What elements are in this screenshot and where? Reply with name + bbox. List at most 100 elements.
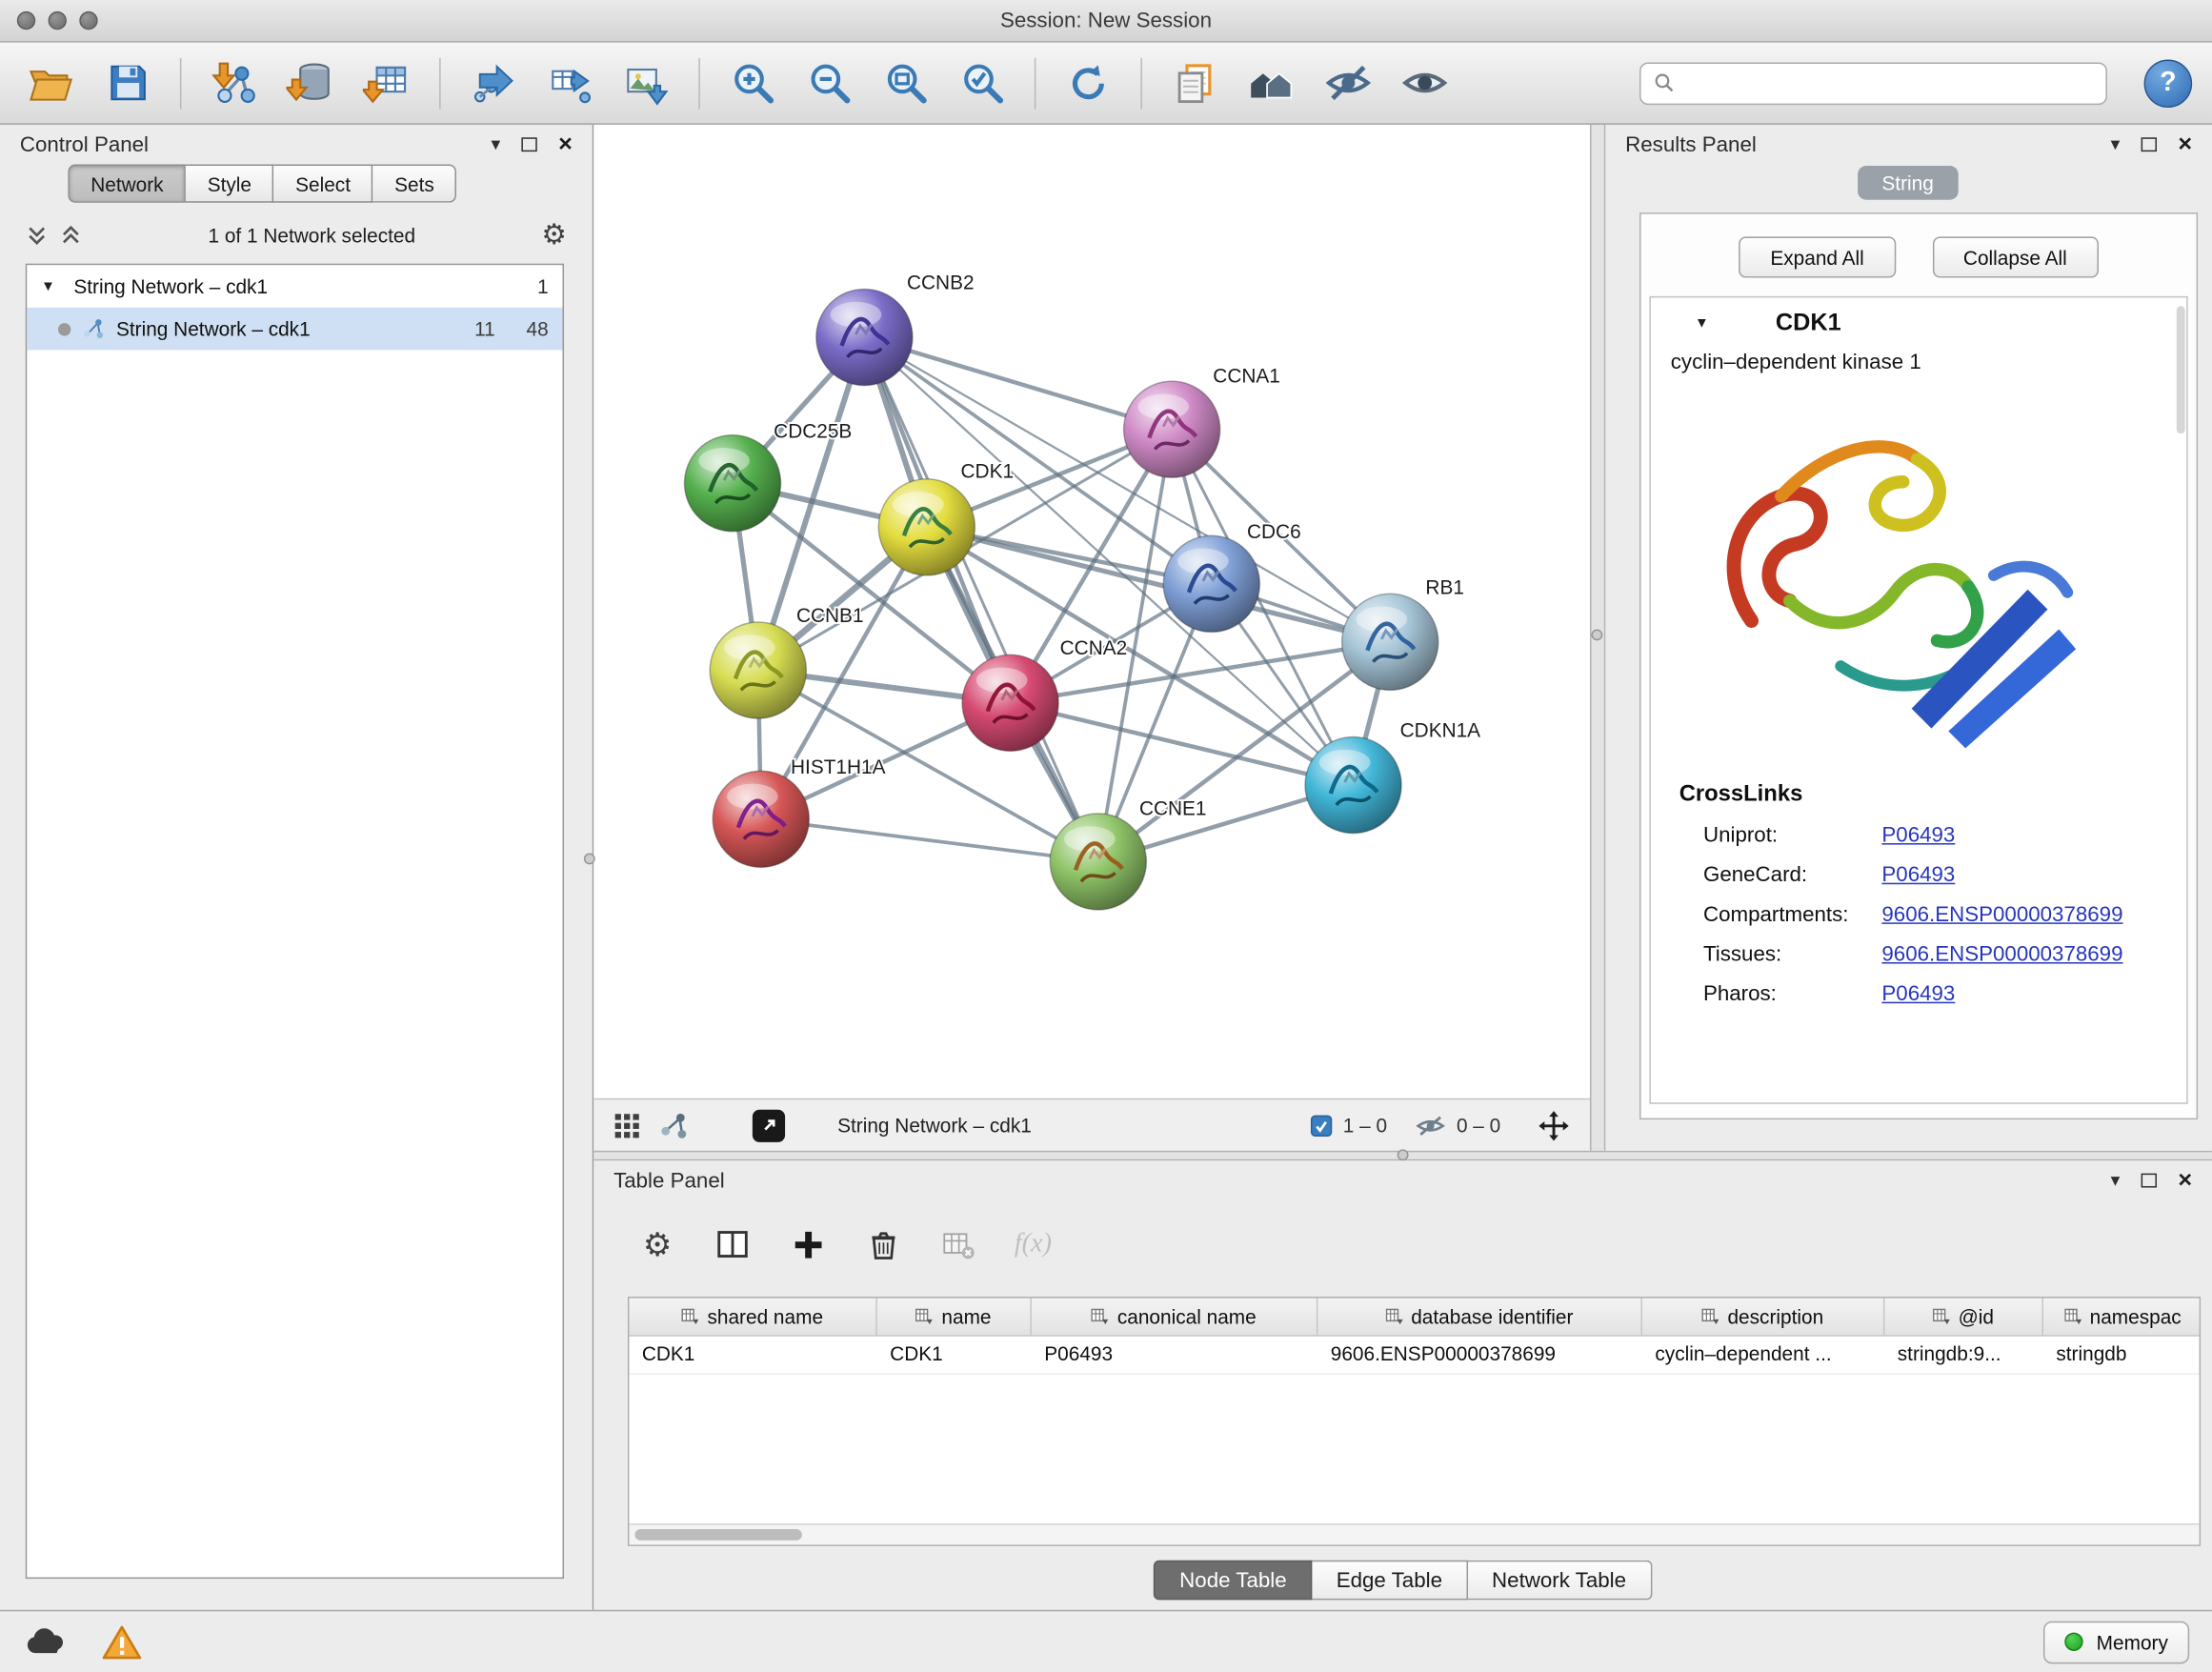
network-node-CCNA1[interactable] xyxy=(1124,381,1220,477)
panel-menu-icon[interactable]: ▾ xyxy=(2111,1169,2121,1192)
import-network-file-button[interactable] xyxy=(203,50,265,115)
create-network-from-table-button[interactable] xyxy=(538,50,600,115)
network-node-CCNA2[interactable] xyxy=(962,655,1058,751)
network-from-table-icon xyxy=(546,59,593,106)
home-view-button[interactable] xyxy=(1240,50,1302,115)
network-node-CCNB1[interactable] xyxy=(710,622,806,718)
add-column-button[interactable] xyxy=(784,1219,833,1270)
zoom-fit-button[interactable] xyxy=(875,50,936,115)
crosslink-link[interactable]: 9606.ENSP00000378699 xyxy=(1881,942,2122,966)
network-options-gear-icon[interactable]: ⚙ xyxy=(541,221,567,250)
zoom-in-button[interactable] xyxy=(721,50,783,115)
control-panel: Control Panel ▾ × Network Style Select S… xyxy=(0,125,593,1610)
collapse-all-chevron-icon[interactable] xyxy=(59,224,82,247)
network-node-HIST1H1A[interactable] xyxy=(713,771,809,867)
panel-close-icon[interactable]: × xyxy=(558,137,573,151)
panel-float-icon[interactable] xyxy=(2142,1174,2157,1188)
search-input[interactable] xyxy=(1685,71,2093,94)
network-overview-icon[interactable] xyxy=(659,1110,689,1139)
scrollbar-thumb[interactable] xyxy=(634,1529,802,1541)
tab-string[interactable]: String xyxy=(1858,166,1958,200)
splitter-handle[interactable] xyxy=(1591,629,1602,640)
export-image-button[interactable] xyxy=(615,50,677,115)
save-session-button[interactable] xyxy=(96,50,158,115)
splitter-handle[interactable] xyxy=(584,853,595,864)
crosslink-link[interactable]: 9606.ENSP00000378699 xyxy=(1881,903,2122,927)
expand-all-button[interactable]: Expand All xyxy=(1739,236,1896,277)
tab-sets[interactable]: Sets xyxy=(373,165,457,203)
tree-expand-icon[interactable]: ▼ xyxy=(41,278,62,293)
panel-close-icon[interactable]: × xyxy=(2178,137,2192,151)
hidden-eye-slash-icon[interactable] xyxy=(1416,1110,1445,1139)
gene-collapse-icon[interactable]: ▼ xyxy=(1695,315,1716,331)
tab-edge-table[interactable]: Edge Table xyxy=(1312,1561,1467,1601)
column-header[interactable]: name xyxy=(877,1299,1032,1336)
zoom-selected-button[interactable] xyxy=(951,50,1013,115)
expand-all-chevron-icon[interactable] xyxy=(26,224,49,247)
crosslink-link[interactable]: P06493 xyxy=(1881,823,1955,847)
column-header[interactable]: shared name xyxy=(629,1299,876,1336)
show-panel-button[interactable] xyxy=(1393,50,1455,115)
refresh-view-button[interactable] xyxy=(1057,50,1119,115)
column-header[interactable]: canonical name xyxy=(1032,1299,1317,1336)
network-node-CDC6[interactable] xyxy=(1163,535,1259,632)
tab-node-table[interactable]: Node Table xyxy=(1154,1561,1312,1601)
panel-menu-icon[interactable]: ▾ xyxy=(2111,133,2121,156)
cloud-status-button[interactable] xyxy=(23,1625,69,1658)
houses-icon xyxy=(1247,59,1296,108)
tab-select[interactable]: Select xyxy=(274,165,373,203)
column-header[interactable]: description xyxy=(1642,1299,1884,1336)
panel-float-icon[interactable] xyxy=(2142,137,2157,151)
table-horizontal-scrollbar[interactable] xyxy=(629,1523,2199,1544)
network-row[interactable]: String Network – cdk1 11 48 xyxy=(27,308,562,351)
delete-table-button[interactable] xyxy=(934,1219,982,1270)
import-network-database-button[interactable] xyxy=(279,50,341,115)
collapse-all-button[interactable]: Collapse All xyxy=(1932,236,2098,277)
help-button[interactable]: ? xyxy=(2144,59,2193,108)
results-scrollbar[interactable] xyxy=(2177,306,2185,433)
network-node-CCNE1[interactable] xyxy=(1050,814,1146,910)
table-options-button[interactable]: ⚙ xyxy=(633,1219,682,1270)
export-network-button[interactable] xyxy=(462,50,524,115)
function-builder-button[interactable]: f(x) xyxy=(1009,1219,1057,1270)
splitter-handle[interactable] xyxy=(1398,1149,1409,1160)
network-node-CDC25B[interactable] xyxy=(684,435,780,532)
selected-nodes-checkbox-icon[interactable] xyxy=(1311,1115,1332,1136)
warnings-button[interactable] xyxy=(102,1623,142,1661)
fit-content-crosshair-icon[interactable] xyxy=(1538,1109,1570,1141)
import-table-file-button[interactable] xyxy=(355,50,417,115)
network-collection-row[interactable]: ▼ String Network – cdk1 1 xyxy=(27,265,562,308)
memory-button[interactable]: Memory xyxy=(2044,1621,2190,1663)
delete-column-button[interactable] xyxy=(858,1219,907,1270)
network-graph[interactable]: CCNB2CCNA1CDC25BCDK1CDC6RB1CCNB1CCNA2CDK… xyxy=(593,125,1590,1098)
show-columns-button[interactable] xyxy=(709,1219,757,1270)
tab-network-table[interactable]: Network Table xyxy=(1468,1561,1652,1601)
search-box[interactable] xyxy=(1639,62,2107,105)
open-session-button[interactable] xyxy=(20,50,82,115)
export-view-button[interactable] xyxy=(753,1109,785,1141)
tab-style[interactable]: Style xyxy=(186,165,273,203)
panel-close-icon[interactable]: × xyxy=(2178,1174,2192,1188)
hide-panel-button[interactable] xyxy=(1317,50,1378,115)
column-header[interactable]: namespac xyxy=(2043,1299,2202,1336)
network-edge[interactable] xyxy=(864,337,1097,861)
table-row[interactable]: CDK1 CDK1 P06493 9606.ENSP00000378699 cy… xyxy=(629,1337,2199,1375)
tab-network[interactable]: Network xyxy=(68,165,186,203)
network-node-label: CCNE1 xyxy=(1139,797,1207,819)
network-node-CCNB2[interactable] xyxy=(816,289,913,385)
network-node-CDK1[interactable] xyxy=(878,479,975,575)
panel-menu-icon[interactable]: ▾ xyxy=(491,133,500,156)
crosslink-link[interactable]: P06493 xyxy=(1881,982,1955,1006)
network-edge[interactable] xyxy=(1011,703,1354,785)
copy-document-button[interactable] xyxy=(1163,50,1225,115)
column-header[interactable]: database identifier xyxy=(1317,1299,1642,1336)
network-node-CDKN1A[interactable] xyxy=(1305,737,1401,834)
column-header[interactable]: @id xyxy=(1884,1299,2043,1336)
network-edge[interactable] xyxy=(761,819,1098,862)
crosslink-link[interactable]: P06493 xyxy=(1881,863,1955,887)
network-node-RB1[interactable] xyxy=(1342,594,1438,690)
network-canvas[interactable]: CCNB2CCNA1CDC25BCDK1CDC6RB1CCNB1CCNA2CDK… xyxy=(593,125,1590,1098)
zoom-out-button[interactable] xyxy=(797,50,859,115)
birdseye-grid-icon[interactable] xyxy=(613,1112,640,1138)
panel-float-icon[interactable] xyxy=(521,137,536,151)
